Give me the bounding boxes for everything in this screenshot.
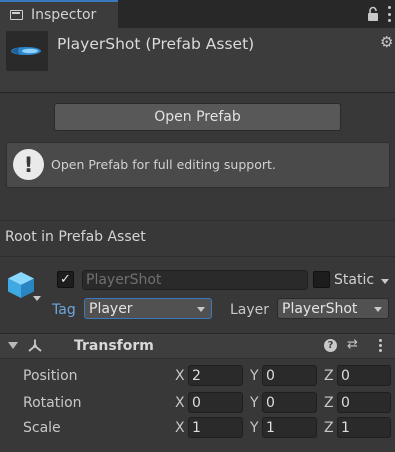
gameobject-name-field[interactable]: PlayerShot	[82, 270, 308, 290]
divider	[0, 220, 395, 221]
position-z-field[interactable]: 0	[337, 365, 391, 386]
tab-label: Inspector	[31, 7, 97, 23]
shot-preview-icon	[11, 47, 41, 55]
rotation-y-field[interactable]: 0	[262, 392, 317, 413]
rotation-z-field[interactable]: 0	[337, 392, 391, 413]
gameobject-cube-icon[interactable]	[6, 270, 36, 300]
axis-x-label[interactable]: X	[175, 368, 185, 384]
scale-z-field[interactable]: 1	[337, 417, 391, 438]
tag-dropdown[interactable]: Player	[84, 298, 212, 319]
foldout-arrow-icon[interactable]	[8, 342, 18, 349]
root-section-label: Root in Prefab Asset	[5, 229, 146, 245]
tag-label: Tag	[52, 302, 76, 318]
position-y-field[interactable]: 0	[262, 365, 317, 386]
axis-z-label[interactable]: Z	[324, 420, 334, 436]
lock-icon[interactable]	[366, 6, 380, 22]
asset-title: PlayerShot (Prefab Asset)	[57, 35, 255, 53]
axis-y-label[interactable]: Y	[250, 395, 259, 411]
tab-inspector[interactable]: Inspector	[0, 0, 118, 28]
transform-icon	[28, 339, 42, 352]
transform-title: Transform	[74, 338, 154, 354]
rotation-label: Rotation	[23, 395, 82, 411]
position-label: Position	[23, 368, 78, 384]
scale-x-field[interactable]: 1	[188, 417, 243, 438]
scale-y-field[interactable]: 1	[262, 417, 317, 438]
chevron-down-icon	[197, 307, 205, 312]
component-menu-icon[interactable]	[377, 339, 383, 352]
active-checkbox[interactable]: ✓	[57, 271, 74, 288]
help-icon[interactable]: ?	[324, 339, 337, 352]
static-dropdown-chevron-icon[interactable]	[381, 279, 389, 284]
divider	[0, 256, 395, 257]
axis-y-label[interactable]: Y	[250, 420, 259, 436]
layer-label: Layer	[230, 302, 270, 318]
kebab-menu-icon[interactable]	[385, 6, 393, 22]
layer-value: PlayerShot	[282, 300, 358, 317]
axis-z-label[interactable]: Z	[324, 368, 334, 384]
open-prefab-button[interactable]: Open Prefab	[54, 103, 341, 131]
info-exclamation-icon: !	[13, 149, 44, 180]
tag-value: Player	[89, 300, 133, 317]
axis-x-label[interactable]: X	[175, 395, 185, 411]
static-checkbox[interactable]	[313, 271, 330, 288]
rotation-x-field[interactable]: 0	[188, 392, 243, 413]
inspector-tab-icon	[10, 10, 23, 20]
help-text: Open Prefab for full editing support.	[51, 157, 276, 172]
prefab-thumbnail	[6, 31, 48, 71]
gear-icon[interactable]: ⚙	[380, 35, 394, 50]
position-x-field[interactable]: 2	[188, 365, 243, 386]
presets-icon[interactable]: ⇄	[347, 338, 361, 352]
static-label: Static	[334, 272, 375, 288]
chevron-down-icon	[374, 307, 382, 312]
layer-dropdown[interactable]: PlayerShot	[277, 298, 389, 319]
axis-x-label[interactable]: X	[175, 420, 185, 436]
axis-z-label[interactable]: Z	[324, 395, 334, 411]
scale-label: Scale	[23, 420, 61, 436]
axis-y-label[interactable]: Y	[250, 368, 259, 384]
chevron-down-icon[interactable]	[33, 296, 41, 301]
